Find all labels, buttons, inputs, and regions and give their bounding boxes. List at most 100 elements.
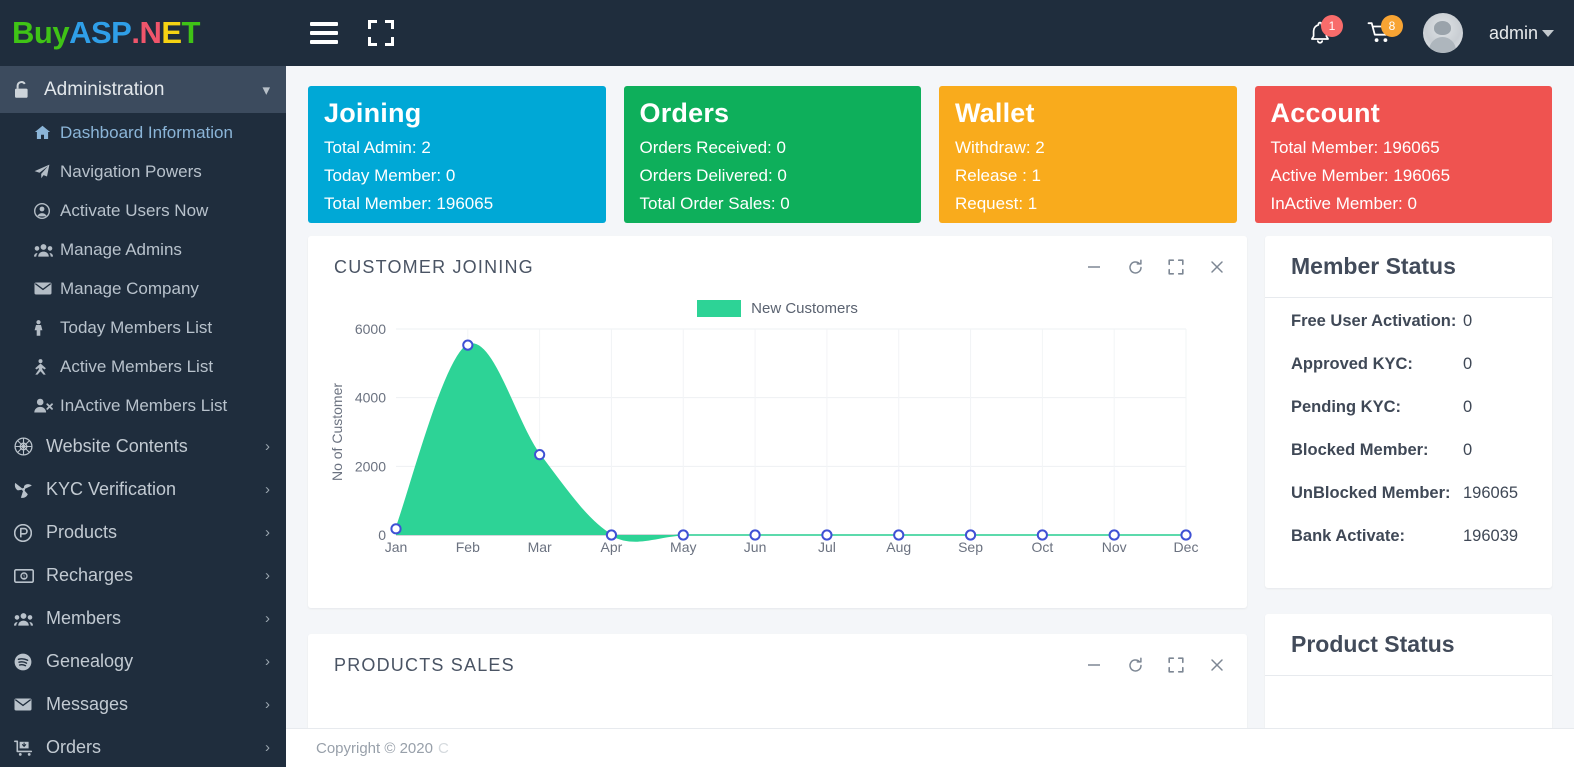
svg-text:Aug: Aug xyxy=(886,539,911,555)
refresh-icon[interactable] xyxy=(1125,655,1145,675)
svg-text:Sep: Sep xyxy=(958,539,983,555)
envelope-icon xyxy=(34,282,60,295)
avatar[interactable] xyxy=(1422,13,1463,53)
stat-card-line: Request: 1 xyxy=(955,194,1038,213)
expand-icon[interactable] xyxy=(1166,655,1186,675)
person-icon xyxy=(34,319,60,336)
close-icon[interactable] xyxy=(1207,655,1227,675)
expand-icon[interactable] xyxy=(1166,257,1186,277)
svg-text:Oct: Oct xyxy=(1031,539,1053,555)
hamburger-icon[interactable] xyxy=(310,22,338,44)
stat-card-joining[interactable]: Joining Total Admin: 2 Today Member: 0 Tota… xyxy=(308,86,606,223)
sidebar: Administration ▾ Dashboard Information Na… xyxy=(0,66,286,767)
sidebar-item-manage-company[interactable]: Manage Company xyxy=(0,269,286,308)
sidebar-item-label: Orders xyxy=(46,737,102,757)
member-status-value: 196065 xyxy=(1463,484,1519,502)
footer: Copyright © 2020 C xyxy=(286,728,1574,767)
brand-part-3: N xyxy=(139,15,162,50)
svg-text:Mar: Mar xyxy=(528,539,552,555)
cart-badge: 8 xyxy=(1380,15,1403,37)
minus-icon[interactable] xyxy=(1084,655,1104,675)
sidebar-item-genealogy[interactable]: Genealogy › xyxy=(0,640,286,683)
sidebar-item-label: Messages xyxy=(46,694,129,714)
money-bill-icon: 1 xyxy=(14,568,44,583)
main-content: Joining Total Admin: 2 Today Member: 0 Tota… xyxy=(286,66,1574,767)
sidebar-item-label: Products xyxy=(46,522,118,542)
panel-title: Member Status xyxy=(1291,253,1456,279)
stat-card-line: Active Member: 196065 xyxy=(1270,166,1451,185)
brand-part-2: . xyxy=(131,15,140,50)
svg-text:Dec: Dec xyxy=(1174,539,1199,555)
close-icon[interactable] xyxy=(1207,257,1227,277)
panel-header: PRODUCTS SALES xyxy=(308,634,1247,696)
sidebar-item-members[interactable]: Members › xyxy=(0,597,286,640)
sidebar-item-active-members-list[interactable]: Active Members List xyxy=(0,347,286,386)
sidebar-item-kyc-verification[interactable]: KYC Verification › xyxy=(0,468,286,511)
stat-card-line: Total Admin: 2 xyxy=(324,138,431,157)
member-status-label: Free User Activation: xyxy=(1291,312,1457,330)
sidebar-item-label: Manage Company xyxy=(60,278,199,298)
username-label: admin xyxy=(1488,22,1538,43)
svg-text:6000: 6000 xyxy=(355,321,386,337)
chart-body: New Customers 0 2000 4000 6000 Jan Feb Mar Apr M… xyxy=(308,298,1247,608)
chevron-right-icon: › xyxy=(265,739,270,756)
panel-header: Member Status xyxy=(1265,236,1552,298)
sidebar-item-website-contents[interactable]: Website Contents › xyxy=(0,425,286,468)
svg-text:Apr: Apr xyxy=(601,539,623,555)
person-running-icon xyxy=(34,358,60,375)
stat-card-title: Joining xyxy=(324,98,422,128)
fullscreen-icon[interactable] xyxy=(368,20,394,46)
panel-title: Product Status xyxy=(1291,631,1455,657)
sidebar-item-dashboard-information[interactable]: Dashboard Information xyxy=(0,113,286,152)
sidebar-item-messages[interactable]: Messages › xyxy=(0,683,286,726)
fan-icon xyxy=(14,481,44,498)
stat-cards-row: Joining Total Admin: 2 Today Member: 0 Tota… xyxy=(286,66,1574,223)
minus-icon[interactable] xyxy=(1084,257,1104,277)
sidebar-item-manage-admins[interactable]: Manage Admins xyxy=(0,230,286,269)
cart-button[interactable]: 8 xyxy=(1363,13,1403,53)
refresh-icon[interactable] xyxy=(1125,257,1145,277)
svg-text:No of Customer: No of Customer xyxy=(329,383,345,481)
brand-logo[interactable]: Buy ASP. N E T xyxy=(0,0,286,66)
stat-card-account[interactable]: Account Total Member: 196065 Active Member… xyxy=(1254,86,1552,223)
sidebar-item-inactive-members-list[interactable]: InActive Members List xyxy=(0,386,286,425)
user-times-icon xyxy=(34,398,60,413)
svg-text:Nov: Nov xyxy=(1102,539,1127,555)
sidebar-item-label: InActive Members List xyxy=(60,395,228,415)
stat-card-line: Total Member: 196065 xyxy=(1270,138,1440,157)
sidebar-item-navigation-powers[interactable]: Navigation Powers xyxy=(0,152,286,191)
chevron-right-icon: › xyxy=(265,567,270,584)
member-status-label: Bank Activate: xyxy=(1291,527,1406,545)
panel-header: CUSTOMER JOINING xyxy=(308,236,1247,298)
stat-card-line: Orders Delivered: 0 xyxy=(639,166,787,185)
sidebar-submenu: Dashboard Information Navigation Powers Ac… xyxy=(0,113,286,425)
notifications-button[interactable]: 1 xyxy=(1303,13,1343,53)
spotify-icon xyxy=(14,653,44,671)
sidebar-item-recharges[interactable]: 1 Recharges › xyxy=(0,554,286,597)
stat-card-line: Today Member: 0 xyxy=(324,166,456,185)
member-status-value: 0 xyxy=(1463,355,1473,373)
member-status-row: Approved KYC: 0 xyxy=(1291,355,1526,398)
sidebar-section-administration[interactable]: Administration ▾ xyxy=(0,66,286,113)
member-status-list: Free User Activation: 0 Approved KYC: 0 Pend… xyxy=(1265,298,1552,588)
svg-text:1: 1 xyxy=(23,574,26,580)
panel-title: PRODUCTS SALES xyxy=(334,654,515,675)
svg-text:2000: 2000 xyxy=(355,458,386,474)
chart-legend: New Customers xyxy=(324,298,1231,317)
stat-card-wallet[interactable]: Wallet Withdraw: 2 Release : 1 Request: 1 xyxy=(939,86,1237,223)
svg-text:May: May xyxy=(670,539,696,555)
customer-joining-area-chart[interactable]: 0200040006000Jan Feb Mar Apr May Jun Jul Aug Sep… xyxy=(324,321,1204,571)
sidebar-item-products[interactable]: Products › xyxy=(0,511,286,554)
sidebar-item-orders[interactable]: Orders › xyxy=(0,726,286,767)
chevron-right-icon: › xyxy=(265,524,270,541)
user-menu[interactable]: admin xyxy=(1489,23,1554,44)
member-status-row: UnBlocked Member: 196065 xyxy=(1291,484,1526,527)
sidebar-item-label: Dashboard Information xyxy=(60,122,233,142)
sidebar-item-today-members-list[interactable]: Today Members List xyxy=(0,308,286,347)
brand-part-4: E xyxy=(161,15,182,50)
stat-card-line: Release : 1 xyxy=(955,166,1041,185)
svg-text:Jan: Jan xyxy=(385,539,408,555)
stat-card-orders[interactable]: Orders Orders Received: 0 Orders Delivered… xyxy=(623,86,921,223)
stat-card-line: Total Order Sales: 0 xyxy=(639,194,790,213)
sidebar-item-activate-users-now[interactable]: Activate Users Now xyxy=(0,191,286,230)
